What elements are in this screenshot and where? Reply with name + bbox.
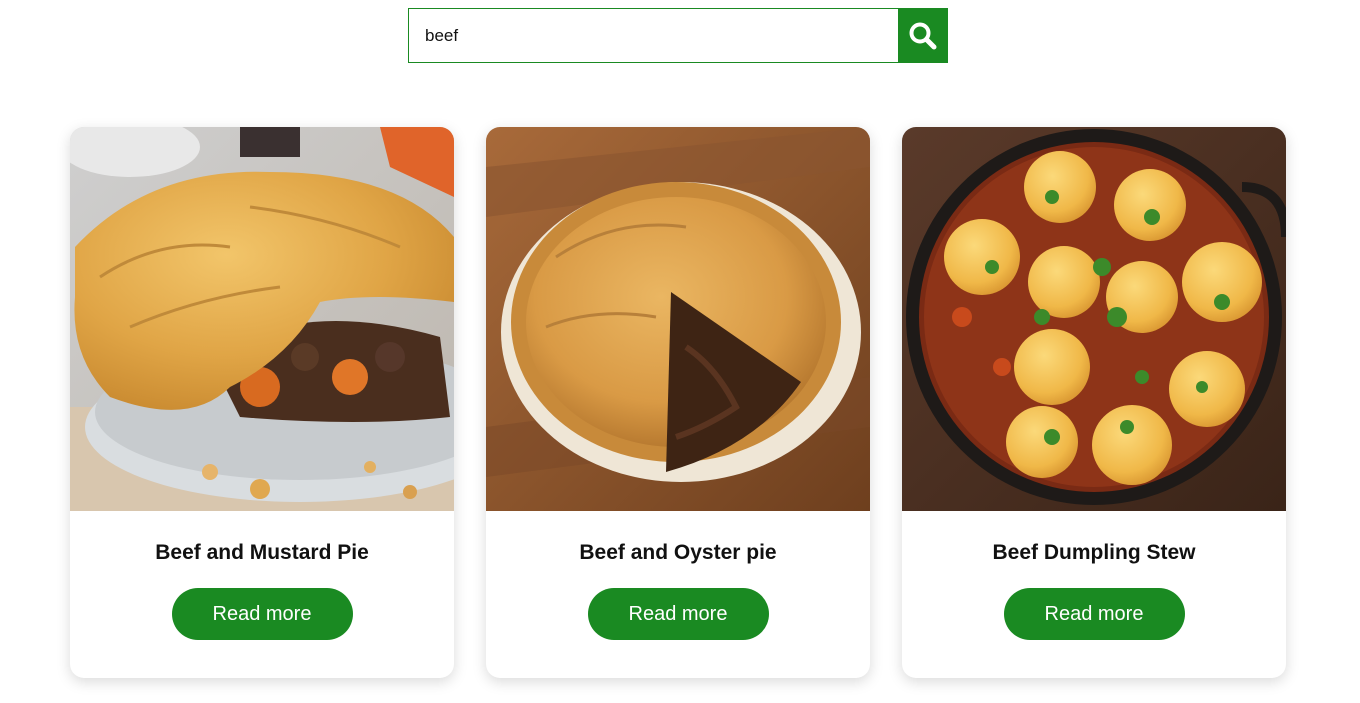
recipe-card: Beef and Oyster pie Read more xyxy=(486,127,870,678)
recipe-image-beef-oyster-pie xyxy=(486,127,870,511)
search-input[interactable] xyxy=(408,8,898,63)
recipe-title: Beef Dumpling Stew xyxy=(992,541,1196,564)
search-bar xyxy=(408,8,948,63)
search-button[interactable] xyxy=(898,8,948,63)
read-more-button[interactable]: Read more xyxy=(1003,588,1185,640)
read-more-button[interactable]: Read more xyxy=(587,588,769,640)
recipe-card: Beef and Mustard Pie Read more xyxy=(70,127,454,678)
recipe-title: Beef and Oyster pie xyxy=(579,541,777,564)
recipe-card: Beef Dumpling Stew Read more xyxy=(902,127,1286,678)
search-icon xyxy=(909,22,937,49)
recipe-list: Beef and Mustard Pie Read more Beef and … xyxy=(70,127,1286,678)
recipe-image-beef-dumpling-stew xyxy=(902,127,1286,511)
recipe-title: Beef and Mustard Pie xyxy=(155,541,369,564)
read-more-button[interactable]: Read more xyxy=(171,588,353,640)
recipe-image-beef-mustard-pie xyxy=(70,127,454,511)
